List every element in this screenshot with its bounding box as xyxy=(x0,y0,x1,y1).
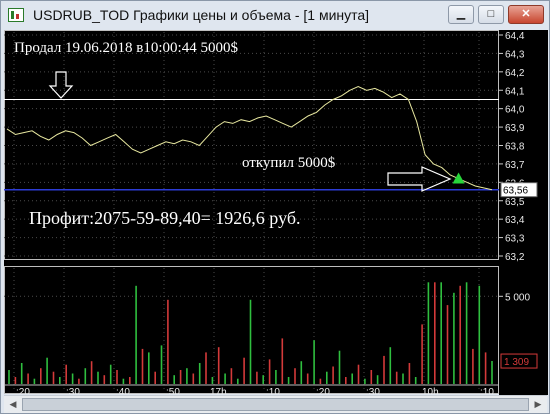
time-tick-label: :40 xyxy=(116,387,130,394)
app-window: USDRUB_TOD Графики цены и объема - [1 ми… xyxy=(0,0,550,414)
price-volume-axis: 64,464,364,264,164,063,963,863,763,663,5… xyxy=(499,31,538,369)
price-tick-label: 63,4 xyxy=(505,215,525,226)
scroll-left-icon[interactable]: ◀ xyxy=(5,397,21,412)
price-tick-label: 63,8 xyxy=(505,142,525,153)
price-tick-label: 64,3 xyxy=(505,49,525,60)
bought-back-annotation: откупил 5000$ xyxy=(242,155,336,171)
time-tick-label: :10 xyxy=(480,387,494,394)
sold-annotation: Продал 19.06.2018 в10:00:44 5000$ xyxy=(14,40,238,56)
time-tick-label: :10 xyxy=(266,387,280,394)
chart-area[interactable]: Продал 19.06.2018 в10:00:44 5000$ откупи… xyxy=(4,30,499,411)
price-tick-label: 63,9 xyxy=(505,123,525,134)
buyback-arrow-icon xyxy=(387,166,452,192)
last-volume-label: 1 309 xyxy=(504,357,529,368)
price-tick-label: 64,1 xyxy=(505,86,525,97)
time-tick-label: 17h xyxy=(210,387,227,394)
minimize-button[interactable]: ▁ xyxy=(448,5,474,24)
axis-strip: 64,464,364,264,164,063,963,863,763,663,5… xyxy=(499,30,548,395)
time-tick-label: :30 xyxy=(366,387,380,394)
price-tick-label: 63,7 xyxy=(505,160,525,171)
scroll-right-icon[interactable]: ▶ xyxy=(530,397,546,412)
volume-tick-label: 5 000 xyxy=(505,292,530,303)
price-tick-label: 64,2 xyxy=(505,68,525,79)
buy-marker-icon xyxy=(452,172,465,184)
close-button[interactable]: ✕ xyxy=(508,5,544,24)
horizontal-scrollbar[interactable]: ◀ ▶ xyxy=(4,395,547,413)
window-title: USDRUB_TOD Графики цены и объема - [1 ми… xyxy=(33,7,370,23)
title-bar: USDRUB_TOD Графики цены и объема - [1 ми… xyxy=(1,1,549,31)
price-tick-label: 63,5 xyxy=(505,197,525,208)
price-tick-label: 64,0 xyxy=(505,105,525,116)
time-tick-label: :20 xyxy=(16,387,30,394)
time-tick-label: 10h xyxy=(422,387,439,394)
price-tick-label: 64,4 xyxy=(505,31,525,42)
time-tick-label: :30 xyxy=(66,387,80,394)
price-series-line xyxy=(6,86,493,191)
volume-pane-frame xyxy=(4,266,499,394)
volume-chart-svg: :20:30:40:5017h:10:20:3010h:1020 xyxy=(4,266,499,411)
chart-app-icon xyxy=(8,8,24,22)
scroll-thumb[interactable] xyxy=(22,398,529,411)
sell-arrow-icon xyxy=(48,71,74,99)
last-price-label: 63,56 xyxy=(503,186,528,197)
profit-annotation: Профит:2075-59-89,40= 1926,6 руб. xyxy=(29,208,301,228)
time-tick-label: :50 xyxy=(166,387,180,394)
price-tick-label: 63,2 xyxy=(505,252,525,263)
price-tick-label: 63,3 xyxy=(505,234,525,245)
volume-chart-pane[interactable]: :20:30:40:5017h:10:20:3010h:1020 xyxy=(4,266,499,411)
time-tick-label: :20 xyxy=(316,387,330,394)
price-chart-pane[interactable]: Продал 19.06.2018 в10:00:44 5000$ откупи… xyxy=(4,30,499,260)
maximize-button[interactable]: □ xyxy=(478,5,504,24)
